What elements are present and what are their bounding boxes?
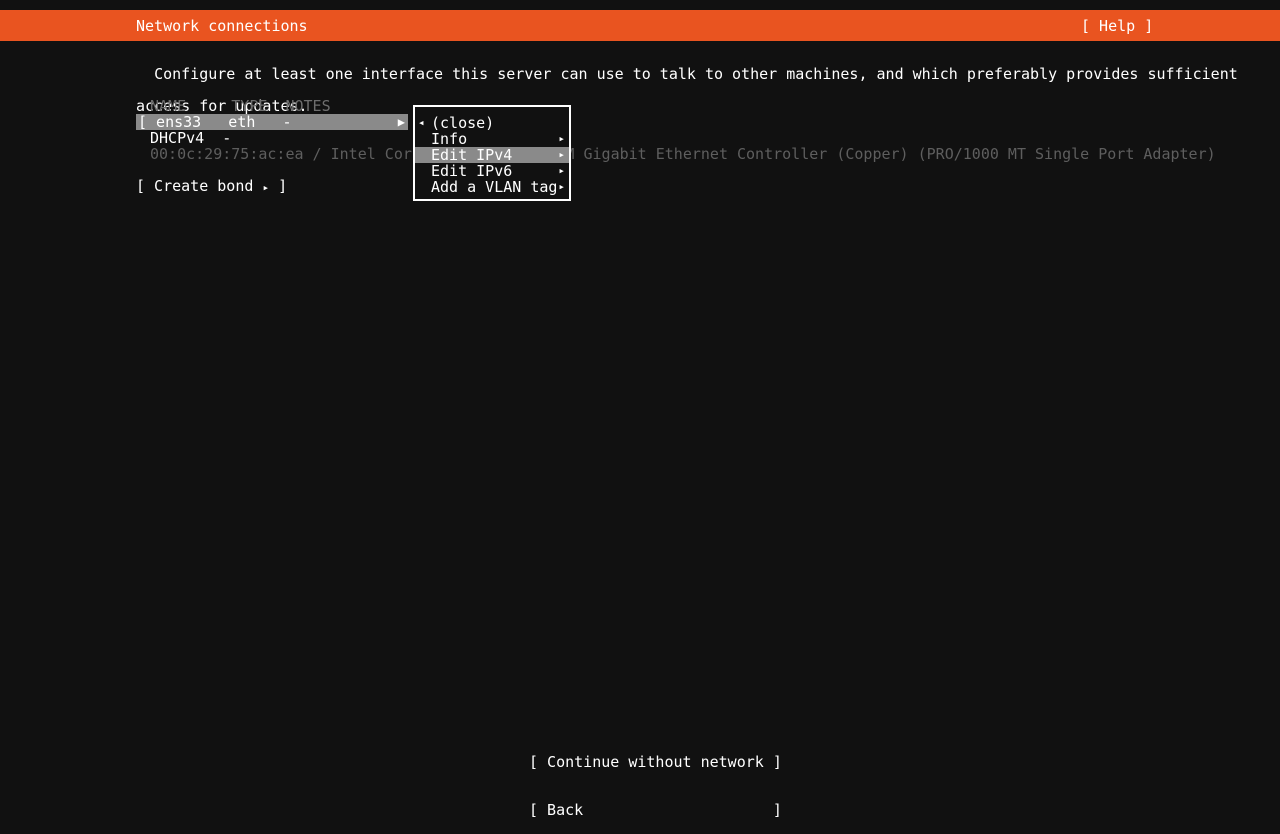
triangle-right-icon: ▸	[558, 180, 565, 193]
table-column-headers: NAME TYPE NOTES	[150, 97, 331, 115]
menu-item-edit-ipv6[interactable]: Edit IPv6 ▸	[415, 163, 569, 179]
create-bond-suffix: ]	[269, 177, 288, 195]
triangle-right-icon: ▸	[558, 148, 565, 161]
interface-dhcp-line: DHCPv4 -	[150, 129, 232, 147]
back-button[interactable]: [ Back ]	[529, 802, 782, 818]
table-row[interactable]: [ ens33 eth - ▶	[136, 114, 408, 130]
create-bond-button[interactable]: [ Create bond ▸ ]	[136, 178, 287, 196]
menu-item-label: Edit IPv4	[431, 146, 513, 164]
triangle-right-icon: ▸	[558, 164, 565, 177]
menu-item-label: Add a VLAN tag	[431, 178, 558, 196]
triangle-left-icon: ◂	[418, 116, 425, 129]
chevron-right-icon: ▶	[397, 115, 405, 129]
triangle-right-icon: ▸	[558, 132, 565, 145]
menu-item-info[interactable]: Info ▸	[415, 131, 569, 147]
help-button[interactable]: [ Help ]	[1081, 18, 1153, 34]
create-bond-prefix: [ Create bond	[136, 177, 263, 195]
menu-item-label: Info	[431, 130, 468, 148]
interface-hardware-line: 00:0c:29:75:ac:ea / Intel Corporation / …	[150, 145, 1216, 163]
continue-without-network-button[interactable]: [ Continue without network ]	[529, 754, 782, 770]
page-title: Network connections	[136, 17, 308, 35]
interface-table: NAME TYPE NOTES [ ens33 eth - ▶ DHCPv4 -…	[136, 98, 1236, 162]
menu-item-close[interactable]: ◂ (close)	[415, 115, 569, 131]
menu-item-label: Edit IPv6	[431, 162, 513, 180]
interface-context-menu: ◂ (close) Info ▸ Edit IPv4 ▸ Edit IPv6 ▸…	[413, 105, 571, 201]
footer-buttons: [ Continue without network ] [ Back ]	[529, 722, 782, 834]
menu-item-edit-ipv4[interactable]: Edit IPv4 ▸	[415, 147, 569, 163]
intro-line-1: Configure at least one interface this se…	[154, 65, 1238, 83]
interface-row-label: [ ens33 eth -	[138, 113, 292, 131]
menu-item-label: (close)	[431, 114, 495, 132]
menu-item-add-vlan-tag[interactable]: Add a VLAN tag ▸	[415, 179, 569, 195]
